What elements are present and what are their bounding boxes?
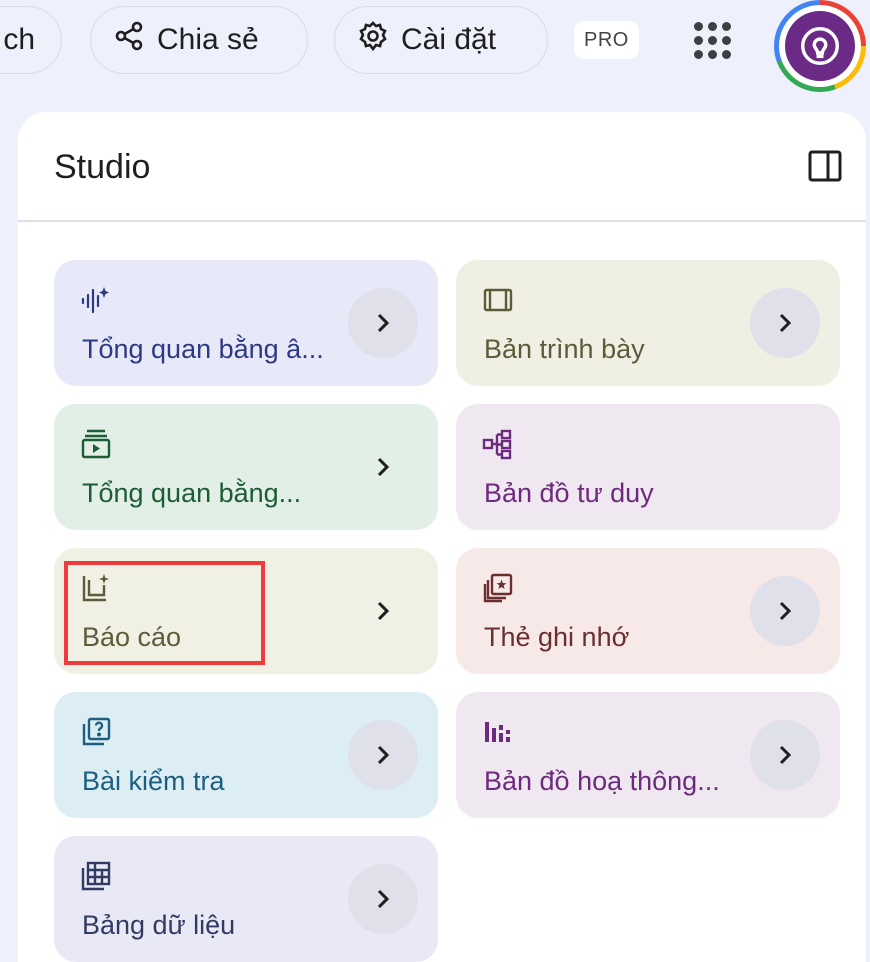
apps-grid-icon[interactable]	[692, 20, 732, 60]
card-flashcards[interactable]: Thẻ ghi nhớ	[456, 548, 840, 674]
card-label: Thẻ ghi nhớ	[484, 622, 630, 652]
card-label: Bảng dữ liệu	[82, 910, 236, 940]
card-data-table[interactable]: Bảng dữ liệu	[54, 836, 438, 962]
chevron-right-icon[interactable]	[348, 864, 418, 934]
chevron-right-icon[interactable]	[750, 288, 820, 358]
card-label: Bản đồ hoạ thông...	[484, 766, 720, 796]
infographic-icon	[482, 716, 514, 748]
chevron-right-icon[interactable]	[348, 288, 418, 358]
top-bar: ch Chia sẻ Cài đặt PRO	[0, 0, 870, 92]
mind-map-icon	[482, 428, 514, 460]
data-table-icon	[80, 860, 112, 892]
chevron-right-icon[interactable]	[348, 432, 418, 502]
chevron-right-icon[interactable]	[348, 720, 418, 790]
settings-label: Cài đặt	[401, 23, 497, 56]
panel-title: Studio	[54, 148, 151, 186]
partial-button[interactable]: ch	[0, 6, 62, 74]
share-label: Chia sẻ	[157, 23, 259, 56]
card-audio-overview[interactable]: Tổng quan bằng â...	[54, 260, 438, 386]
avatar-bulb-icon	[785, 11, 855, 81]
panel-divider	[18, 220, 866, 222]
pro-badge: PRO	[574, 21, 639, 59]
panel-toggle-icon[interactable]	[808, 150, 842, 182]
settings-button[interactable]: Cài đặt	[334, 6, 548, 74]
share-icon	[113, 20, 145, 60]
chevron-right-icon[interactable]	[348, 576, 418, 646]
slides-icon	[482, 284, 514, 316]
card-label: Bản trình bày	[484, 334, 645, 364]
card-infographic[interactable]: Bản đồ hoạ thông...	[456, 692, 840, 818]
highlight-box	[64, 561, 265, 665]
audio-sparkle-icon	[80, 284, 112, 316]
partial-button-label: ch	[3, 23, 35, 56]
avatar[interactable]	[774, 0, 866, 92]
gear-icon	[357, 20, 389, 60]
card-label: Bản đồ tư duy	[484, 478, 654, 508]
flashcard-icon	[482, 572, 514, 604]
card-quiz[interactable]: Bài kiểm tra	[54, 692, 438, 818]
share-button[interactable]: Chia sẻ	[90, 6, 308, 74]
card-video-overview[interactable]: Tổng quan bằng...	[54, 404, 438, 530]
quiz-icon	[80, 716, 112, 748]
card-label: Tổng quan bằng â...	[82, 334, 324, 364]
card-slides[interactable]: Bản trình bày	[456, 260, 840, 386]
studio-panel: Studio	[18, 112, 866, 962]
video-icon	[80, 428, 112, 460]
card-label: Bài kiểm tra	[82, 766, 225, 796]
chevron-right-icon[interactable]	[750, 720, 820, 790]
card-mind-map[interactable]: Bản đồ tư duy	[456, 404, 840, 530]
chevron-right-icon[interactable]	[750, 576, 820, 646]
card-label: Tổng quan bằng...	[82, 478, 302, 508]
